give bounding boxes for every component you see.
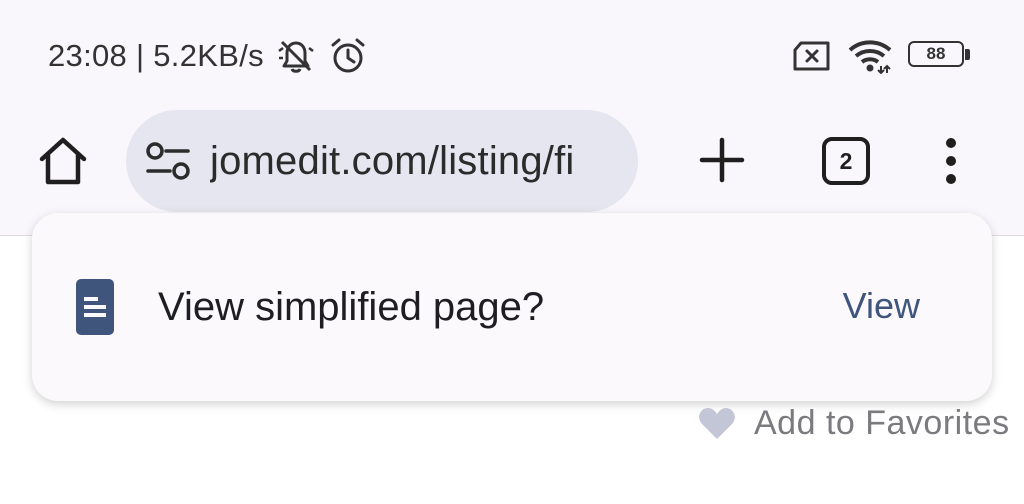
tab-count: 2 (839, 147, 853, 174)
battery-tip (965, 49, 970, 60)
simplified-view-prompt: View simplified page? View (32, 213, 992, 401)
battery-body: 88 (908, 41, 964, 67)
page-info-icon[interactable] (144, 140, 192, 182)
prompt-message: View simplified page? (158, 285, 545, 329)
tab-switcher-button[interactable]: 2 (822, 137, 870, 185)
plus-icon (699, 137, 745, 183)
new-tab-button[interactable] (696, 134, 748, 186)
menu-button[interactable] (938, 136, 964, 186)
view-button[interactable]: View (843, 285, 920, 327)
address-bar[interactable]: jomedit.com/listing/fi (126, 110, 638, 212)
wifi-icon (848, 38, 892, 74)
status-bar-right: 88 (792, 34, 972, 78)
notifications-muted-icon (274, 36, 318, 76)
battery-level: 88 (926, 44, 946, 63)
battery-icon: 88 (908, 41, 972, 71)
no-sim-icon (792, 41, 832, 71)
alarm-icon (328, 36, 368, 76)
home-icon (39, 137, 87, 185)
favorites-label: Add to Favorites (754, 403, 1010, 442)
document-icon (76, 279, 114, 335)
more-vertical-icon (946, 138, 956, 184)
status-time-speed: 23:08 | 5.2KB/s (48, 38, 264, 73)
home-button[interactable] (36, 134, 90, 188)
add-to-favorites[interactable]: Add to Favorites (698, 400, 1010, 446)
url-text[interactable]: jomedit.com/listing/fi (210, 139, 622, 184)
heart-icon (698, 406, 736, 440)
status-bar-left: 23:08 | 5.2KB/s (48, 34, 368, 78)
